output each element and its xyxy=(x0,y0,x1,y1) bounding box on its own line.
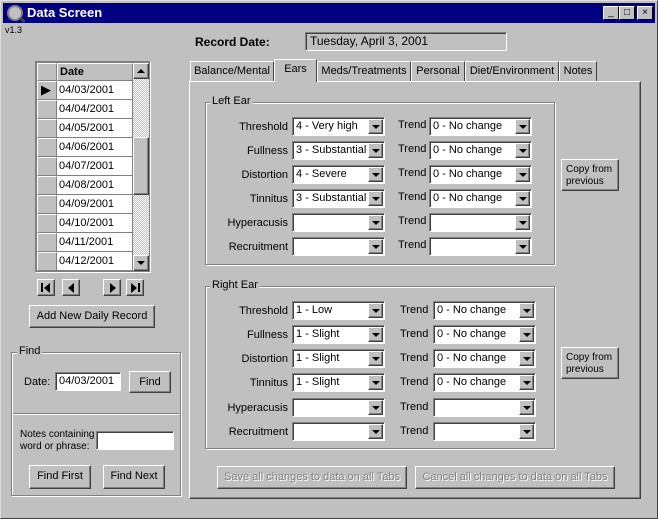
scroll-up-button[interactable] xyxy=(133,63,149,79)
left-copy-from-previous-button[interactable]: Copy from previous xyxy=(561,159,619,191)
grid-cell-date[interactable]: 04/07/2001 xyxy=(57,157,133,176)
find-date-input[interactable]: 04/03/2001 xyxy=(55,372,121,391)
find-next-button[interactable]: Find Next xyxy=(103,465,165,489)
row-selector[interactable] xyxy=(37,214,57,233)
tab-meds-treatments[interactable]: Meds/Treatments xyxy=(317,61,411,81)
grid-corner xyxy=(37,63,57,81)
copy-button-line1: Copy from xyxy=(566,164,613,175)
grid-cell-date[interactable]: 04/09/2001 xyxy=(57,195,133,214)
record-date-label: Record Date: xyxy=(195,35,270,49)
row-selector[interactable] xyxy=(37,195,57,214)
minimize-button[interactable]: _ xyxy=(603,6,619,20)
row-selector[interactable] xyxy=(37,233,57,252)
grid-cell-date[interactable]: 04/11/2001 xyxy=(57,233,133,252)
tab-personal[interactable]: Personal xyxy=(411,61,465,81)
magnifier-icon xyxy=(7,5,23,21)
first-record-arrow xyxy=(44,283,50,293)
window-title: Data Screen xyxy=(27,5,103,20)
tab-balance-mental[interactable]: Balance/Mental xyxy=(190,61,274,81)
row-selector[interactable] xyxy=(37,252,57,271)
row-selector[interactable]: ▶ xyxy=(37,81,57,100)
previous-icon xyxy=(68,283,74,293)
grid-cell-date[interactable]: 04/06/2001 xyxy=(57,138,133,157)
last-record-icon xyxy=(138,283,140,292)
grid-cell-date[interactable]: 04/10/2001 xyxy=(57,214,133,233)
scroll-thumb[interactable] xyxy=(133,137,149,195)
scroll-down-button[interactable] xyxy=(133,255,149,271)
tab-panel xyxy=(189,81,641,499)
title-bar[interactable]: Data Screen _ □ × xyxy=(3,3,655,23)
copy-button-line1: Copy from xyxy=(566,352,613,363)
close-button[interactable]: × xyxy=(637,6,653,20)
add-new-daily-record-button[interactable]: Add New Daily Record xyxy=(29,305,155,328)
grid-cell-date[interactable]: 04/05/2001 xyxy=(57,119,133,138)
row-selector[interactable] xyxy=(37,138,57,157)
tab-notes[interactable]: Notes xyxy=(559,61,597,81)
find-button[interactable]: Find xyxy=(129,371,171,393)
grid-header-date[interactable]: Date xyxy=(57,63,133,81)
notes-search-input[interactable] xyxy=(96,431,174,450)
find-divider xyxy=(13,413,179,415)
grid-cell-date[interactable]: 04/12/2001 xyxy=(57,252,133,271)
version-label: v1.3 xyxy=(5,25,23,35)
current-row-arrow-icon: ▶ xyxy=(41,82,51,97)
record-date-field: Tuesday, April 3, 2001 xyxy=(305,32,507,51)
arrow-down-icon xyxy=(137,261,145,265)
row-selector[interactable] xyxy=(37,100,57,119)
copy-button-line2: previous xyxy=(566,176,604,187)
find-group-label: Find xyxy=(17,345,43,357)
last-record-button[interactable] xyxy=(126,279,144,296)
first-record-button[interactable] xyxy=(37,279,55,296)
tab-ears[interactable]: Ears xyxy=(274,59,317,82)
arrow-up-icon xyxy=(137,69,145,73)
maximize-button[interactable]: □ xyxy=(619,6,635,20)
grid-cell-date[interactable]: 04/03/2001 xyxy=(57,81,133,100)
find-first-button[interactable]: Find First xyxy=(29,465,91,489)
first-record-icon xyxy=(41,283,43,292)
row-selector[interactable] xyxy=(37,119,57,138)
grid-cell-date[interactable]: 04/08/2001 xyxy=(57,176,133,195)
right-copy-from-previous-button[interactable]: Copy from previous xyxy=(561,347,619,379)
row-selector[interactable] xyxy=(37,176,57,195)
last-record-arrow xyxy=(131,283,137,293)
grid-cell-date[interactable]: 04/04/2001 xyxy=(57,100,133,119)
tab-diet-environment[interactable]: Diet/Environment xyxy=(465,61,559,81)
next-icon xyxy=(110,283,116,293)
next-record-button[interactable] xyxy=(103,279,121,296)
copy-button-line2: previous xyxy=(566,364,604,375)
notes-search-label-line1: Notes containing xyxy=(20,429,95,440)
find-date-label: Date: xyxy=(24,376,51,388)
row-selector[interactable] xyxy=(37,157,57,176)
app-window: Data Screen _ □ × v1.3 Record Date: Tues… xyxy=(0,0,658,519)
notes-search-label-line2: word or phrase: xyxy=(20,441,90,452)
previous-record-button[interactable] xyxy=(62,279,80,296)
